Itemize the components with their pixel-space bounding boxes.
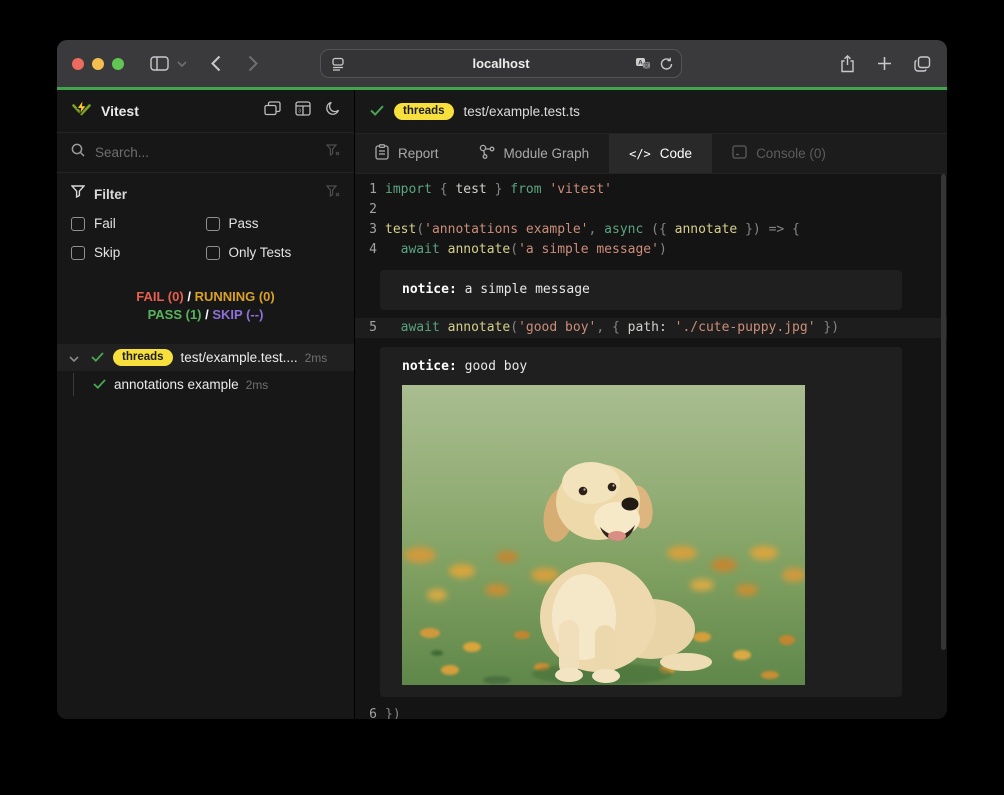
tab-module-graph[interactable]: Module Graph — [459, 134, 610, 173]
open-file-path: test/example.test.ts — [464, 104, 580, 119]
notice-message: a simple message — [457, 282, 590, 297]
search-input[interactable] — [95, 145, 326, 160]
code-line: 3test('annotations example', async ({ an… — [355, 220, 947, 240]
dashboard-icon[interactable]: 3 — [295, 101, 311, 121]
tab-report[interactable]: Report — [355, 134, 459, 173]
svg-text:文: 文 — [644, 61, 650, 69]
browser-toolbar: localhost A文 — [57, 40, 947, 87]
svg-text:A: A — [638, 60, 643, 67]
sidebar-toggle-icon[interactable] — [150, 56, 169, 71]
clear-filter-icon[interactable] — [326, 185, 340, 203]
clear-search-filter-icon[interactable] — [326, 144, 340, 162]
translate-icon[interactable]: A文 — [635, 57, 651, 70]
file-header: threads test/example.test.ts — [355, 90, 947, 134]
annotation-notice: notice: a simple message — [380, 270, 902, 310]
new-tab-icon[interactable] — [877, 56, 892, 71]
traffic-lights — [72, 58, 124, 70]
share-icon[interactable] — [840, 55, 855, 73]
code-content: 1import { test } from 'vitest'23test('an… — [355, 180, 947, 719]
code-line: 5 await annotate('good boy', { path: './… — [355, 318, 947, 338]
reload-icon[interactable] — [660, 57, 673, 71]
url-text: localhost — [321, 56, 681, 71]
reader-icon[interactable] — [331, 57, 345, 71]
back-icon[interactable] — [211, 55, 221, 72]
forward-icon[interactable] — [248, 55, 258, 72]
zoom-window-button[interactable] — [112, 58, 124, 70]
pass-check-icon — [91, 350, 104, 365]
filter-option-pass[interactable]: Pass — [206, 216, 341, 231]
console-icon — [732, 145, 747, 162]
scrollbar-thumb[interactable] — [941, 174, 946, 650]
test-status-summary: FAIL (0) / RUNNING (0) PASS (1) / SKIP (… — [57, 274, 354, 336]
close-window-button[interactable] — [72, 58, 84, 70]
cute-puppy-photo — [402, 385, 805, 685]
vitest-logo-icon — [71, 99, 92, 124]
notice-message: good boy — [457, 359, 527, 374]
test-file-name: test/example.test.... — [181, 350, 298, 365]
test-case-name: annotations example — [114, 377, 239, 392]
tree-indent-guide — [73, 373, 74, 396]
module-graph-icon — [479, 144, 495, 163]
pool-badge: threads — [113, 349, 173, 366]
chevron-down-icon[interactable] — [69, 350, 79, 365]
line-number: 3 — [355, 220, 377, 240]
skip-count: SKIP (--) — [212, 307, 263, 322]
notice-label: notice: — [402, 359, 457, 374]
search-row — [57, 133, 354, 173]
running-count: RUNNING (0) — [195, 289, 275, 304]
checkbox-only-tests[interactable] — [206, 246, 220, 260]
line-number: 5 — [355, 318, 377, 338]
chevron-down-icon[interactable] — [177, 61, 187, 67]
fail-count: FAIL (0) — [136, 289, 183, 304]
stacked-windows-icon[interactable] — [264, 101, 281, 121]
checkbox-fail[interactable] — [71, 217, 85, 231]
code-line: 4 await annotate('a simple message') — [355, 240, 947, 260]
test-file-duration: 2ms — [305, 351, 328, 365]
pass-count: PASS (1) — [148, 307, 202, 322]
checkbox-skip[interactable] — [71, 246, 85, 260]
dark-mode-moon-icon[interactable] — [325, 101, 340, 121]
line-number: 6 — [355, 705, 377, 719]
sidebar-header: Vitest 3 — [57, 90, 354, 133]
code-icon: </> — [629, 147, 651, 161]
code-line: 1import { test } from 'vitest' — [355, 180, 947, 200]
filter-option-skip[interactable]: Skip — [71, 245, 206, 260]
pool-badge: threads — [394, 103, 454, 120]
annotation-notice: notice: good boy — [380, 347, 902, 697]
minimize-window-button[interactable] — [92, 58, 104, 70]
tab-console[interactable]: Console (0) — [712, 134, 846, 173]
filter-option-fail[interactable]: Fail — [71, 216, 206, 231]
tab-overview-icon[interactable] — [914, 56, 931, 72]
report-icon — [375, 144, 389, 163]
filter-section: Filter Fail Pass Skip Only Tests — [57, 173, 354, 274]
line-number: 4 — [355, 240, 377, 260]
filter-icon — [71, 185, 85, 203]
test-tree: threads test/example.test.... 2ms annota… — [57, 344, 354, 398]
sidebar: Vitest 3 — [57, 90, 355, 719]
test-case-duration: 2ms — [246, 378, 269, 392]
test-case-row[interactable]: annotations example 2ms — [57, 371, 354, 398]
pass-check-icon — [93, 377, 106, 392]
line-number: 1 — [355, 180, 377, 200]
filter-option-only-tests[interactable]: Only Tests — [206, 245, 341, 260]
pass-check-icon — [370, 103, 384, 121]
app-title: Vitest — [101, 103, 264, 119]
tab-bar: Report Module Graph </> Code Console — [355, 134, 947, 174]
code-line: 2 — [355, 200, 947, 220]
svg-text:3: 3 — [298, 109, 301, 115]
line-number: 2 — [355, 200, 377, 220]
search-icon — [71, 143, 85, 162]
code-editor[interactable]: 1import { test } from 'vitest'23test('an… — [355, 174, 947, 719]
main-panel: threads test/example.test.ts Report Modu… — [355, 90, 947, 719]
tab-code[interactable]: </> Code — [609, 134, 712, 173]
filter-title: Filter — [94, 187, 326, 202]
code-line: 6}) — [355, 705, 947, 719]
browser-window: localhost A文 — [57, 40, 947, 719]
address-bar[interactable]: localhost A文 — [320, 49, 682, 78]
notice-label: notice: — [402, 282, 457, 297]
checkbox-pass[interactable] — [206, 217, 220, 231]
test-file-row[interactable]: threads test/example.test.... 2ms — [57, 344, 354, 371]
